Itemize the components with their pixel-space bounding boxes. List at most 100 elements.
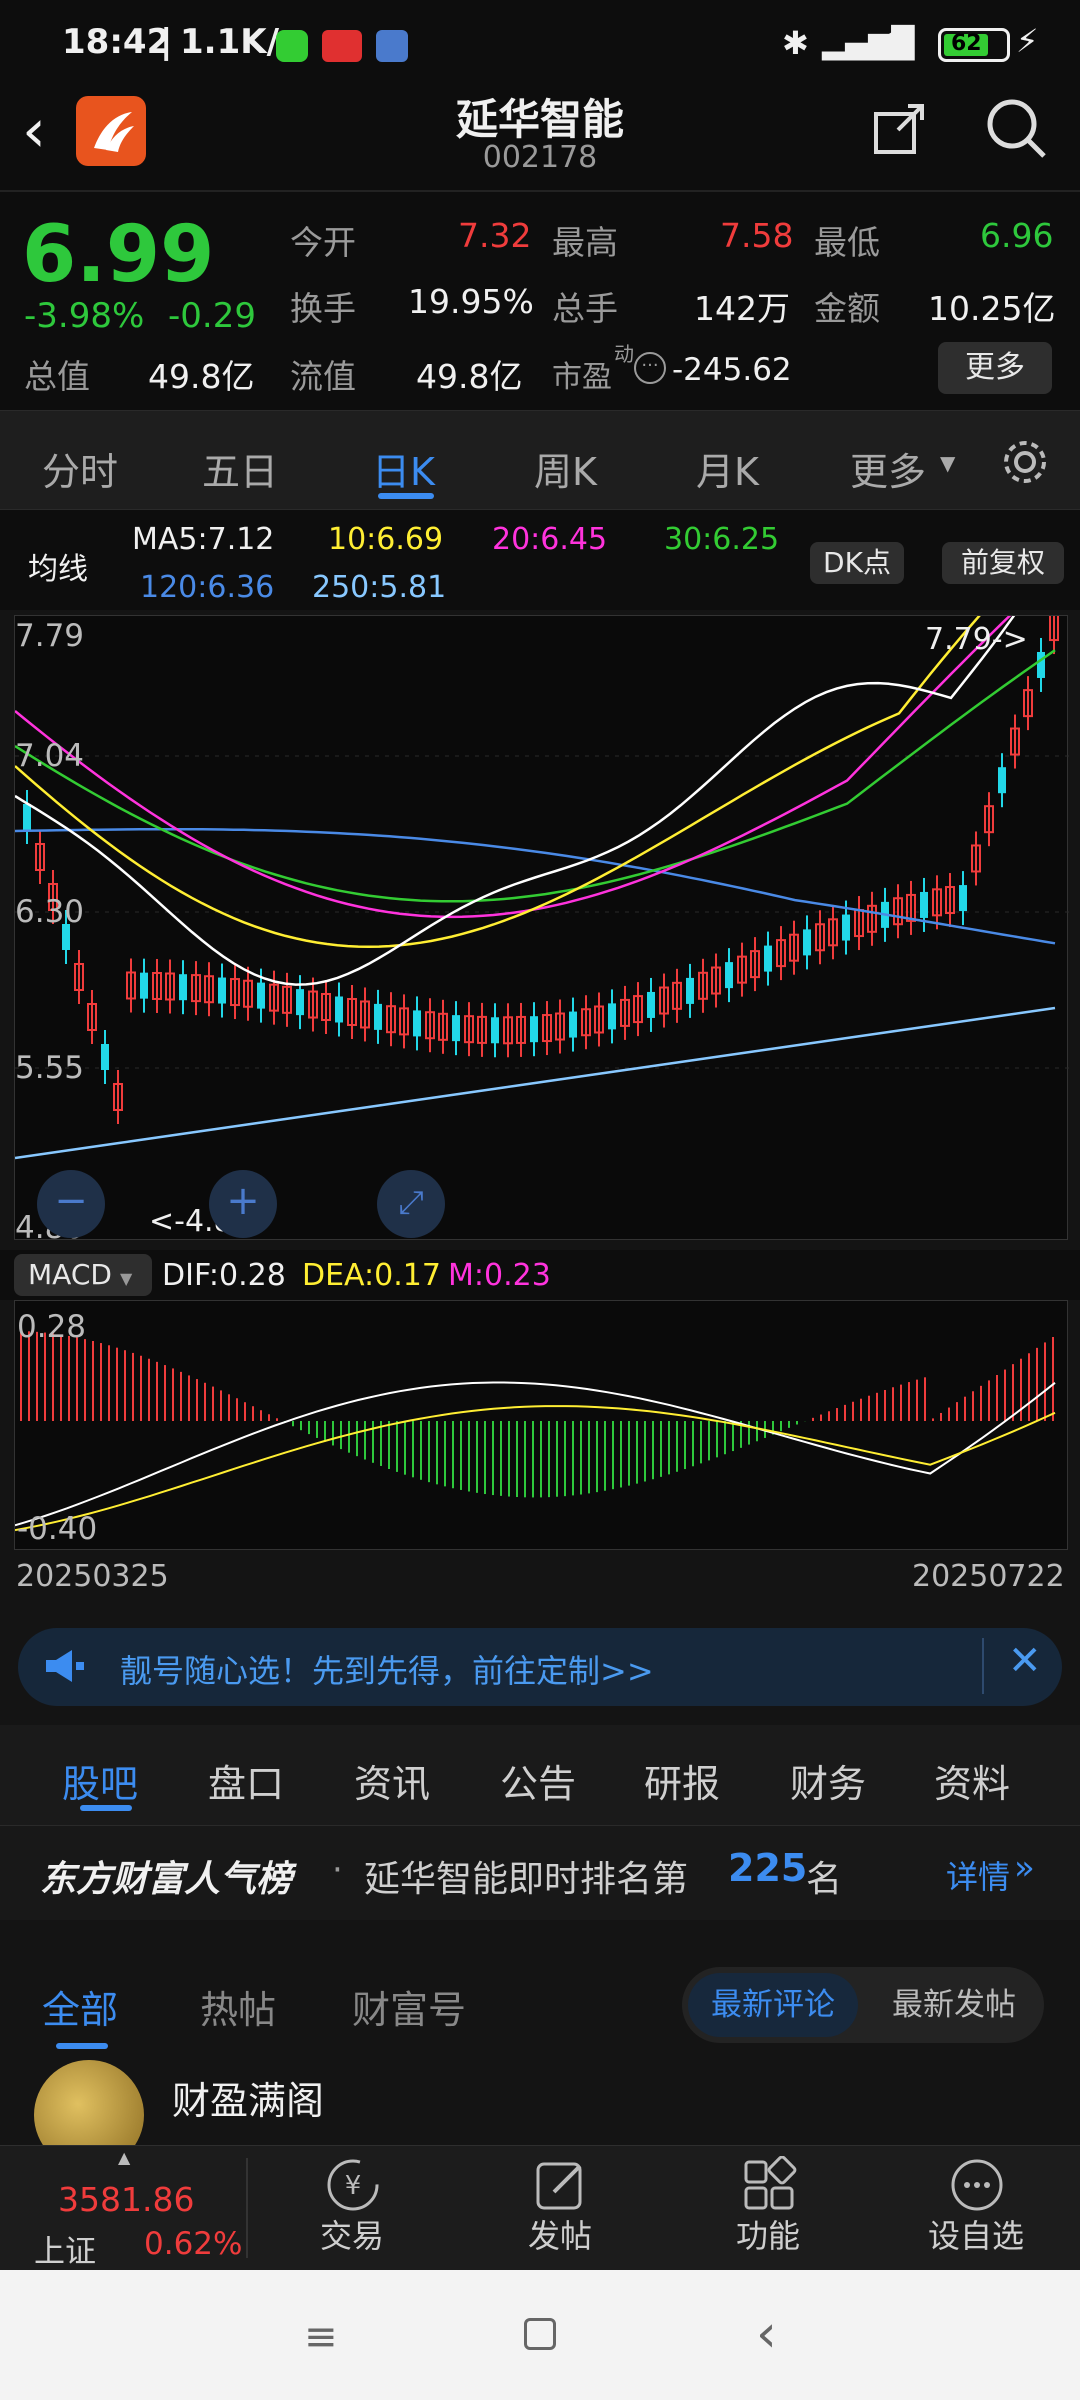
dea-line [15,1405,1056,1532]
close-icon[interactable]: ✕ [1008,1638,1042,1684]
post-button[interactable]: 发帖 [460,2146,660,2271]
open-value: 7.32 [458,216,532,255]
volume-value: 142万 [694,289,790,328]
candle [828,905,838,960]
tab-five-day[interactable]: 五日 [202,441,278,496]
zoom-in-button[interactable]: + [209,1170,277,1238]
rank-detail-link[interactable]: 详情 [946,1852,1010,1898]
promo-banner[interactable]: 靓号随心选！先到先得，前往定制>> ✕ [18,1628,1062,1706]
macd-chart[interactable]: 0.28 -0.40 [14,1300,1068,1550]
high-value: 7.58 [720,216,794,255]
pe-value: -245.62 [672,352,792,388]
more-button[interactable]: 更多 [938,342,1052,394]
dea-value: DEA:0.17 [302,1258,441,1293]
fullscreen-button[interactable]: ⤢ [377,1170,445,1238]
status-time: 18:42 [62,22,171,62]
more-dots-icon[interactable]: ··· [634,352,666,384]
back-nav-icon[interactable]: ‹ [756,2304,777,2364]
home-icon[interactable] [524,2318,556,2350]
post-item[interactable]: 财盈满阁 [0,2060,1080,2145]
tab-profile[interactable]: 资料 [934,1753,1010,1808]
edit-icon [536,2162,582,2210]
candle [569,997,577,1052]
dk-point-button[interactable]: DK点 [810,542,904,584]
candle [620,985,630,1040]
candle [452,1001,460,1056]
active-tab-indicator [378,493,434,499]
dropdown-icon: ▼ [940,451,956,475]
active-subtab-indicator [80,1805,132,1811]
popularity-rank[interactable]: 东方财富人气榜 · 延华智能即时排名第 225 名 详情 » [0,1825,1080,1920]
candle [374,989,382,1044]
candle [698,958,708,1013]
tab-weekly-k[interactable]: 周K [534,441,597,496]
tab-finance[interactable]: 财务 [790,1753,866,1808]
candle [984,792,994,847]
candle [321,979,331,1034]
trade-button[interactable]: ¥ 交易 [252,2146,452,2271]
candle [464,1002,474,1057]
index-change: 0.62% [144,2226,243,2262]
wifi-icon: ◠ [882,22,912,62]
pe-dynamic-mark: 动 [614,342,634,366]
macd-top-label: 0.28 [17,1309,87,1345]
candle [282,972,292,1027]
search-button[interactable] [986,98,1048,164]
tab-more[interactable]: 更多 [850,441,926,496]
banner-text[interactable]: 靓号随心选！先到先得，前往定制>> [120,1646,654,1692]
candle [737,942,747,997]
ma30-line [15,649,1056,903]
rank-text: 延华智能即时排名第 [364,1859,689,1900]
add-watchlist-button[interactable]: 设自选 [876,2146,1076,2271]
y-label-4: 5.55 [15,1050,85,1086]
adjust-button[interactable]: 前复权 [942,542,1064,584]
zoom-out-button[interactable]: − [37,1170,105,1238]
period-tabs: 分时 五日 日K 周K 月K 更多 ▼ [0,410,1080,510]
feed-tab-caifuhao[interactable]: 财富号 [352,1979,466,2034]
candle [269,970,279,1025]
ma-legend: 均线 MA5:7.12 10:6.69 20:6.45 30:6.25 120:… [0,510,1080,610]
candle [750,937,760,992]
avatar[interactable] [34,2060,144,2145]
candle [399,994,409,1049]
feed-tab-all[interactable]: 全部 [42,1979,118,2034]
index-name: 上证 [34,2234,96,2270]
candle [594,992,604,1047]
indicator-select[interactable]: MACD ▼ [14,1254,152,1296]
candle [1023,676,1033,731]
tab-pankou[interactable]: 盘口 [208,1753,284,1808]
settings-app-icon [376,30,408,62]
pe-label: 市盈 [552,360,612,395]
index-ticker[interactable]: ▲ 3581.86 上证 0.62% [0,2146,248,2271]
settings-button[interactable] [1000,437,1050,491]
ma10-value: 10:6.69 [328,522,444,557]
candle [608,989,616,1044]
candle [360,987,370,1042]
sort-latest-comment[interactable]: 最新评论 [688,1973,858,2037]
kline-chart[interactable]: 7.79 7.04 6.30 5.55 4.80 7.79-> <-4.80 −… [14,615,1069,1246]
feed-tabs: 全部 热帖 财富号 最新评论 最新发帖 [0,1945,1080,2060]
candle [23,790,31,844]
menu-icon[interactable]: ≡ [304,2314,338,2360]
share-button[interactable] [872,100,928,160]
y-label-2: 7.04 [15,738,85,774]
tab-intraday[interactable]: 分时 [42,441,118,496]
functions-button[interactable]: 功能 [668,2146,868,2271]
amount-label: 金额 [814,289,880,328]
tab-daily-k[interactable]: 日K [372,441,435,496]
post-author[interactable]: 财盈满阁 [172,2070,324,2125]
sort-latest-post[interactable]: 最新发帖 [870,1973,1038,2037]
feed-tab-hot[interactable]: 热帖 [200,1979,276,2034]
candle [35,830,45,884]
tab-monthly-k[interactable]: 月K [696,441,759,496]
tab-news[interactable]: 资讯 [354,1753,430,1808]
candle [386,992,396,1047]
tab-guba[interactable]: 股吧 [62,1753,138,1808]
candle [191,961,201,1016]
ma20-line [15,616,1012,919]
candle [893,884,903,939]
tab-announcements[interactable]: 公告 [500,1753,576,1808]
tab-research[interactable]: 研报 [644,1753,720,1808]
active-feed-indicator [56,2043,108,2049]
max-marker: 7.79-> [925,622,1028,657]
